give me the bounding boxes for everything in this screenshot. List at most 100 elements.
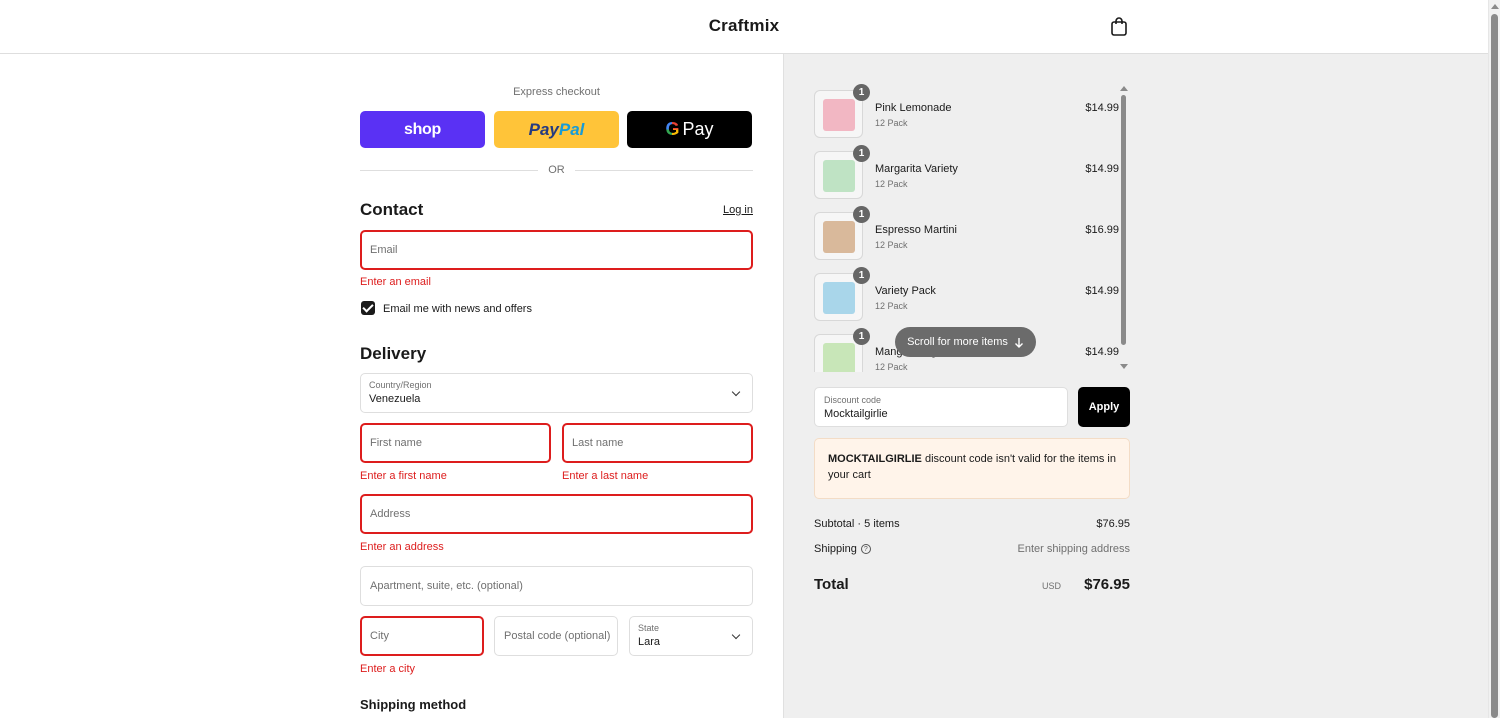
brand-logo[interactable]: Craftmix [0,16,1488,36]
shipping-method-title: Shipping method [360,697,467,712]
shop-pay-button[interactable]: shop [360,111,485,148]
paypal-logo-part1: Pay [528,119,559,139]
postal-code-placeholder: Postal code (optional) [504,630,611,642]
item-name: Pink Lemonade [875,102,952,114]
checkout-form: Express checkout shop Pay Pal G Pay OR Con… [0,54,783,718]
subtotal-label: Subtotal · 5 items [814,518,900,530]
google-g-icon: G [665,119,680,139]
country-label: Country/Region [369,380,432,390]
scroll-down-arrow-icon[interactable] [1120,364,1128,369]
contact-title: Contact [360,200,424,219]
postal-code-field[interactable]: Postal code (optional) [494,616,618,656]
page-scrollbar[interactable] [1488,0,1500,718]
shipping-label: Shipping [814,543,857,555]
country-value: Venezuela [369,393,421,405]
item-name: Margarita Variety [875,163,958,175]
city-placeholder: City [370,630,389,642]
item-name: Variety Pack [875,285,936,297]
item-price: $14.99 [1085,102,1119,114]
item-price: $16.99 [1085,224,1119,236]
address-placeholder: Address [370,508,411,520]
discount-code-field[interactable]: Discount code Mocktailgirlie [814,387,1068,427]
login-link[interactable]: Log in [723,204,753,216]
header: Craftmix [0,0,1488,54]
product-can-graphic [823,343,855,372]
cart-item: 1 Variety Pack 12 Pack $14.99 [814,267,1119,321]
scrollbar-thumb[interactable] [1121,95,1126,345]
total-value: $76.95 [1084,576,1130,593]
city-error: Enter a city [360,663,416,675]
item-variant: 12 Pack [875,362,908,372]
scroll-up-arrow-icon[interactable] [1120,86,1128,91]
address-field[interactable]: Address [360,494,753,534]
state-label: State [638,623,660,633]
arrow-down-icon [1014,337,1023,348]
chevron-down-icon [731,630,741,640]
scroll-hint-label: Scroll for more items [907,336,1008,348]
email-field[interactable]: Email [360,230,753,270]
scrollbar-thumb[interactable] [1491,14,1498,718]
last-name-error: Enter a last name [562,470,649,482]
total-label: Total [814,576,849,593]
apartment-field[interactable]: Apartment, suite, etc. (optional) [360,566,753,606]
item-price: $14.99 [1085,163,1119,175]
item-variant: 12 Pack [875,240,908,250]
country-select[interactable]: Country/Region Venezuela [360,373,753,413]
google-pay-button[interactable]: G Pay [627,111,752,148]
state-value: Lara [638,636,661,648]
apartment-placeholder: Apartment, suite, etc. (optional) [370,580,523,592]
quantity-badge: 1 [853,267,870,284]
discount-error-notice: MOCKTAILGIRLIE discount code isn't valid… [814,438,1130,499]
email-placeholder: Email [370,244,398,256]
first-name-placeholder: First name [370,437,422,449]
discount-code-label: Discount code [824,395,882,405]
paypal-button[interactable]: Pay Pal [494,111,619,148]
apply-button[interactable]: Apply [1078,387,1130,427]
item-price: $14.99 [1085,285,1119,297]
product-can-graphic [823,160,855,192]
shop-pay-logo: shop [403,120,442,138]
shopping-bag-icon[interactable] [1110,17,1128,36]
scroll-for-more-button[interactable]: Scroll for more items [895,327,1036,357]
express-checkout-label: Express checkout [513,86,600,98]
subtotal-row: Subtotal · 5 items $76.95 [814,518,1130,530]
quantity-badge: 1 [853,328,870,345]
quantity-badge: 1 [853,206,870,223]
newsletter-checkbox[interactable] [361,301,375,315]
chevron-down-icon [731,387,741,397]
paypal-logo-part2: Pal [558,119,585,139]
subtotal-value: $76.95 [1096,518,1130,530]
google-pay-label: Pay [682,119,714,139]
city-field[interactable]: City [360,616,484,656]
email-error: Enter an email [360,276,431,288]
product-can-graphic [823,99,855,131]
last-name-field[interactable]: Last name [562,423,753,463]
cart-item: 1 Espresso Martini 12 Pack $16.99 [814,206,1119,260]
address-error: Enter an address [360,541,444,553]
cart-items-scrollbar[interactable] [1119,84,1129,371]
shipping-value: Enter shipping address [1017,543,1130,555]
newsletter-label[interactable]: Email me with news and offers [383,303,532,315]
help-icon[interactable]: ? [860,544,871,555]
item-name: Espresso Martini [875,224,957,236]
quantity-badge: 1 [853,145,870,162]
total-row: Total USD $76.95 [814,576,1130,594]
notice-code: MOCKTAILGIRLIE [828,453,922,465]
last-name-placeholder: Last name [572,437,624,449]
first-name-field[interactable]: First name [360,423,551,463]
product-can-graphic [823,221,855,253]
quantity-badge: 1 [853,84,870,101]
delivery-title: Delivery [360,344,427,363]
total-currency: USD [1041,581,1061,591]
item-price: $14.99 [1085,346,1119,358]
item-variant: 12 Pack [875,301,908,311]
discount-code-value: Mocktailgirlie [824,408,888,420]
scroll-up-arrow-icon[interactable] [1491,4,1499,9]
state-select[interactable]: State Lara [629,616,753,656]
product-can-graphic [823,282,855,314]
item-variant: 12 Pack [875,179,908,189]
or-divider: OR [360,163,753,177]
order-summary: 1 Pink Lemonade 12 Pack $14.99 1 Margarita Va… [783,54,1488,718]
cart-item: 1 Pink Lemonade 12 Pack $14.99 [814,84,1119,138]
first-name-error: Enter a first name [360,470,447,482]
